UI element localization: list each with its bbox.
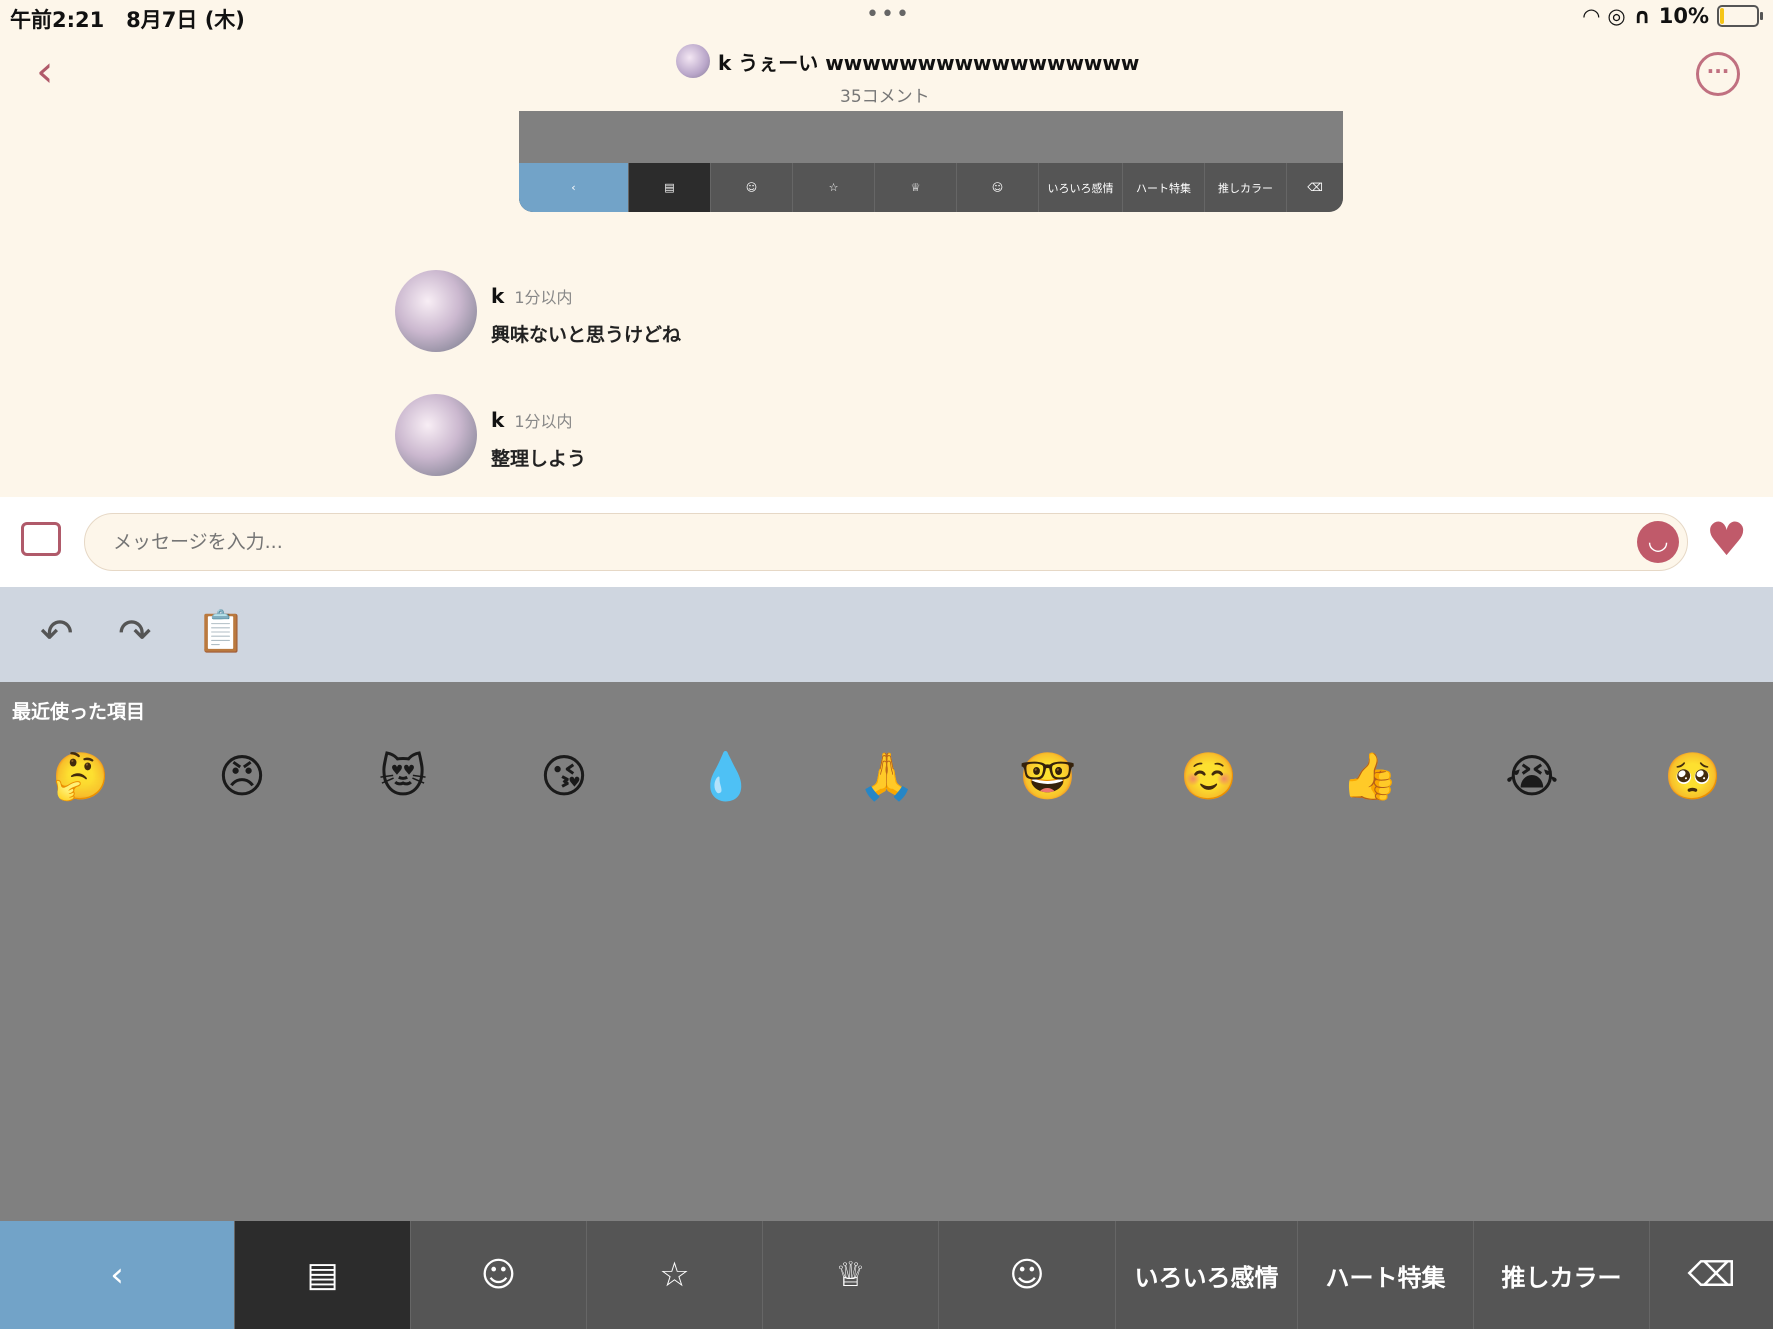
emoji-key[interactable]: 🙏: [855, 750, 919, 802]
tab-star[interactable]: ☆: [587, 1221, 763, 1329]
keyboard-tab-bar: ‹ ▤ ☺ ☆ ♕ ☺ いろいろ感情 ハート特集 推しカラー ⌫: [0, 1221, 1773, 1329]
ellipsis-icon: ···: [1706, 59, 1730, 83]
paste-button[interactable]: 📋: [196, 612, 246, 652]
chevron-left-icon: ‹: [571, 181, 576, 194]
tab-crown[interactable]: ♕: [763, 1221, 939, 1329]
title-user: k: [718, 50, 732, 75]
emoji-key[interactable]: 😭: [1500, 750, 1564, 802]
clipboard-icon: 📋: [196, 609, 246, 655]
preview-back-tab: ‹: [519, 163, 629, 212]
comment-time: 1分以内: [514, 412, 573, 431]
wifi-icon: ◠: [1583, 4, 1600, 28]
keyboard-back-tab[interactable]: ‹: [0, 1221, 235, 1329]
emoji-key[interactable]: 🤓: [1016, 750, 1080, 802]
comment-avatar[interactable]: [395, 394, 477, 476]
undo-icon: ↶: [40, 611, 74, 657]
emoji-key[interactable]: 😘: [532, 750, 596, 802]
status-indicators: ◠ ◎ ∩ 10%: [1583, 4, 1763, 28]
chevron-left-icon: ‹: [110, 1255, 124, 1295]
delete-button[interactable]: ⌫: [1650, 1221, 1773, 1329]
crown-icon: ♕: [910, 181, 921, 194]
emoji-key[interactable]: ☺️: [1177, 750, 1241, 802]
sparkle-smiley-icon: ☺: [991, 181, 1004, 194]
preview-smiley-tab: ☺: [711, 163, 793, 212]
comment-author: k: [491, 408, 505, 432]
chevron-left-icon: ‹: [36, 46, 54, 97]
tab-feelings[interactable]: いろいろ感情: [1116, 1221, 1298, 1329]
redo-icon: ↷: [118, 611, 152, 657]
emoji-key[interactable]: 😻: [371, 750, 435, 802]
preview-tab-oshi-color: 推しカラー: [1205, 163, 1287, 212]
emoji-key[interactable]: 🥺: [1661, 750, 1725, 802]
status-time: 午前2:21 8月7日 (木): [10, 8, 245, 32]
image-attach-button[interactable]: [21, 522, 61, 556]
recent-label: 最近使った項目: [12, 701, 146, 723]
recent-icon: ▤: [306, 1255, 339, 1295]
tab-recent[interactable]: ▤: [235, 1221, 411, 1329]
smiley-icon: ☺: [745, 181, 758, 194]
sparkle-smiley-icon: ☺: [1009, 1255, 1045, 1295]
more-options-button[interactable]: ···: [1696, 52, 1740, 96]
comment-text: 整理しよう: [491, 448, 587, 470]
preview-crown-tab: ♕: [875, 163, 957, 212]
smiley-icon: ◡: [1647, 527, 1669, 555]
tab-hearts[interactable]: ハート特集: [1298, 1221, 1474, 1329]
redo-button[interactable]: ↷: [118, 614, 152, 654]
avatar: [676, 44, 710, 78]
smiley-icon: ☺: [480, 1255, 517, 1295]
emoji-key[interactable]: 👍: [1338, 750, 1402, 802]
heart-button[interactable]: ♥: [1706, 516, 1747, 562]
chat-title: k うぇーい wwwwwwwwwwwwwwwww: [676, 44, 1139, 78]
preview-star-tab: ☆: [793, 163, 875, 212]
comment-item: k 1分以内 興味ないと思うけどね: [491, 284, 681, 347]
undo-button[interactable]: ↶: [40, 614, 74, 654]
comment-item: k 1分以内 整理しよう: [491, 408, 586, 471]
preview-sparkle-smiley-tab: ☺: [957, 163, 1039, 212]
comment-text: 興味ないと思うけどね: [491, 324, 682, 346]
lock-rotation-icon: ◎: [1607, 4, 1626, 28]
multitask-dots[interactable]: •••: [866, 2, 911, 27]
comment-time: 1分以内: [514, 288, 573, 307]
preview-recent-tab: ▤: [629, 163, 711, 212]
preview-tab-feelings: いろいろ感情: [1039, 163, 1123, 212]
preview-tab-hearts: ハート特集: [1123, 163, 1205, 212]
message-input[interactable]: [84, 513, 1688, 571]
back-button[interactable]: ‹: [36, 50, 76, 100]
tab-smiley[interactable]: ☺: [411, 1221, 587, 1329]
backspace-icon: ⌫: [1687, 1255, 1736, 1295]
preview-delete-tab: ⌫: [1287, 163, 1343, 212]
crown-icon: ♕: [835, 1255, 866, 1295]
star-icon: ☆: [828, 181, 839, 194]
recent-icon: ▤: [664, 181, 675, 194]
tab-oshi-color[interactable]: 推しカラー: [1474, 1221, 1650, 1329]
keyboard-preview: ‹ ▤ ☺ ☆ ♕ ☺ いろいろ感情 ハート特集 推しカラー ⌫: [519, 111, 1343, 212]
keyboard-preview-bar: ‹ ▤ ☺ ☆ ♕ ☺ いろいろ感情 ハート特集 推しカラー ⌫: [519, 163, 1343, 212]
battery-icon: [1717, 5, 1763, 27]
emoji-keyboard-button[interactable]: ◡: [1637, 521, 1679, 563]
backspace-icon: ⌫: [1307, 181, 1323, 194]
emoji-key[interactable]: 🤔: [49, 750, 113, 802]
tab-sparkle-smiley[interactable]: ☺: [939, 1221, 1116, 1329]
heart-icon: ♥: [1706, 512, 1748, 566]
comment-author: k: [491, 284, 505, 308]
headphones-icon: ∩: [1633, 4, 1651, 28]
battery-percent: 10%: [1658, 4, 1709, 28]
keyboard-toolbar: [0, 587, 1773, 682]
comment-avatar[interactable]: [395, 270, 477, 352]
emoji-key[interactable]: 😠: [210, 750, 274, 802]
title-text: うぇーい wwwwwwwwwwwwwwwww: [738, 50, 1140, 75]
star-icon: ☆: [659, 1255, 690, 1295]
emoji-key[interactable]: 💧: [694, 750, 758, 802]
comment-count: 35コメント: [840, 87, 930, 107]
